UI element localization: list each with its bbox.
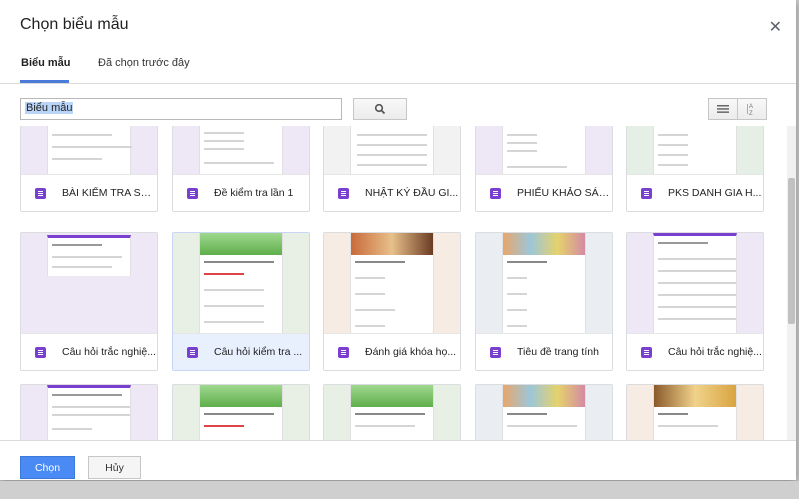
form-icon [187,346,198,358]
template-thumbnail [324,126,460,175]
template-card[interactable]: Câu hỏi trắc nghiệ... [20,232,158,371]
template-label: Đánh giá khóa họ... [365,346,457,358]
template-card[interactable]: Đánh giá khóa họ... [323,232,461,371]
list-view-button[interactable] [708,98,738,120]
template-thumbnail [173,126,309,175]
template-thumbnail [476,126,612,175]
select-button[interactable]: Chọn [20,456,75,479]
template-card[interactable]: Đề kiểm tra lần 1 [172,126,310,212]
template-label: Đề kiểm tra lần 1 [214,187,294,199]
tab-forms[interactable]: Biểu mẫu [21,57,71,69]
template-label: Câu hỏi trắc nghiệ... [62,346,156,358]
close-icon[interactable]: ✕ [769,17,782,37]
template-card[interactable] [20,384,158,440]
template-label: NHẬT KÝ ĐẦU GI... [365,187,459,199]
template-picker-dialog: Chọn biểu mẫu ✕ Biểu mẫu Đã chọn trước đ… [0,0,796,480]
dialog-title: Chọn biểu mẫu [20,16,129,33]
list-view-icon [717,105,729,113]
search-button[interactable] [353,98,407,120]
template-label: Câu hỏi kiểm tra ... [214,346,303,358]
cancel-button[interactable]: Hủy [88,456,141,479]
template-card[interactable]: Câu hỏi kiểm tra ... [172,232,310,371]
template-thumbnail [627,233,763,334]
sort-az-icon: A Z [747,104,753,116]
search-icon [374,103,386,115]
template-card[interactable]: Tiêu đề trang tính [475,232,613,371]
template-card[interactable]: PHIẾU KHẢO SÁT ... [475,126,613,212]
template-card[interactable] [626,384,764,440]
sort-button[interactable]: A Z [737,98,767,120]
template-card[interactable]: Câu hỏi trắc nghiệ... [626,232,764,371]
template-thumbnail [21,233,157,334]
template-thumbnail [476,385,612,440]
template-thumbnail [476,233,612,334]
template-card[interactable]: NHẬT KÝ ĐẦU GI... [323,126,461,212]
active-tab-indicator [20,80,69,83]
scrollbar-thumb[interactable] [788,178,795,324]
scrollbar[interactable] [787,126,796,440]
form-icon [641,187,652,199]
template-label: BÀI KIỂM TRA SỐ ... [62,187,157,199]
tab-previously-selected[interactable]: Đã chọn trước đây [98,57,190,69]
form-icon [490,187,501,199]
template-card[interactable] [323,384,461,440]
template-label: PHIẾU KHẢO SÁT ... [517,187,612,199]
form-icon [35,346,46,358]
template-card[interactable]: PKS DANH GIA H... [626,126,764,212]
form-icon [35,187,46,199]
svg-text:Z: Z [749,111,753,116]
template-thumbnail [173,385,309,440]
template-label: Tiêu đề trang tính [517,346,599,358]
template-thumbnail [627,126,763,175]
template-thumbnail [173,233,309,334]
template-grid: BÀI KIỂM TRA SỐ ... Đề kiểm tra lần 1 NH… [0,126,796,440]
dialog-header: Chọn biểu mẫu ✕ Biểu mẫu Đã chọn trước đ… [0,0,796,84]
background-page [0,481,799,499]
form-icon [187,187,198,199]
template-thumbnail [324,385,460,440]
search-input[interactable]: Biểu mẫu [20,98,342,120]
template-label: PKS DANH GIA H... [668,187,762,199]
template-thumbnail [627,385,763,440]
form-icon [490,346,501,358]
form-icon [338,346,349,358]
template-card[interactable] [475,384,613,440]
form-icon [641,346,652,358]
template-thumbnail [21,385,157,440]
svg-text:A: A [749,104,753,110]
template-thumbnail [324,233,460,334]
template-card[interactable]: BÀI KIỂM TRA SỐ ... [20,126,158,212]
template-card[interactable] [172,384,310,440]
form-icon [338,187,349,199]
template-thumbnail [21,126,157,175]
template-label: Câu hỏi trắc nghiệ... [668,346,762,358]
search-input-value: Biểu mẫu [25,102,74,114]
